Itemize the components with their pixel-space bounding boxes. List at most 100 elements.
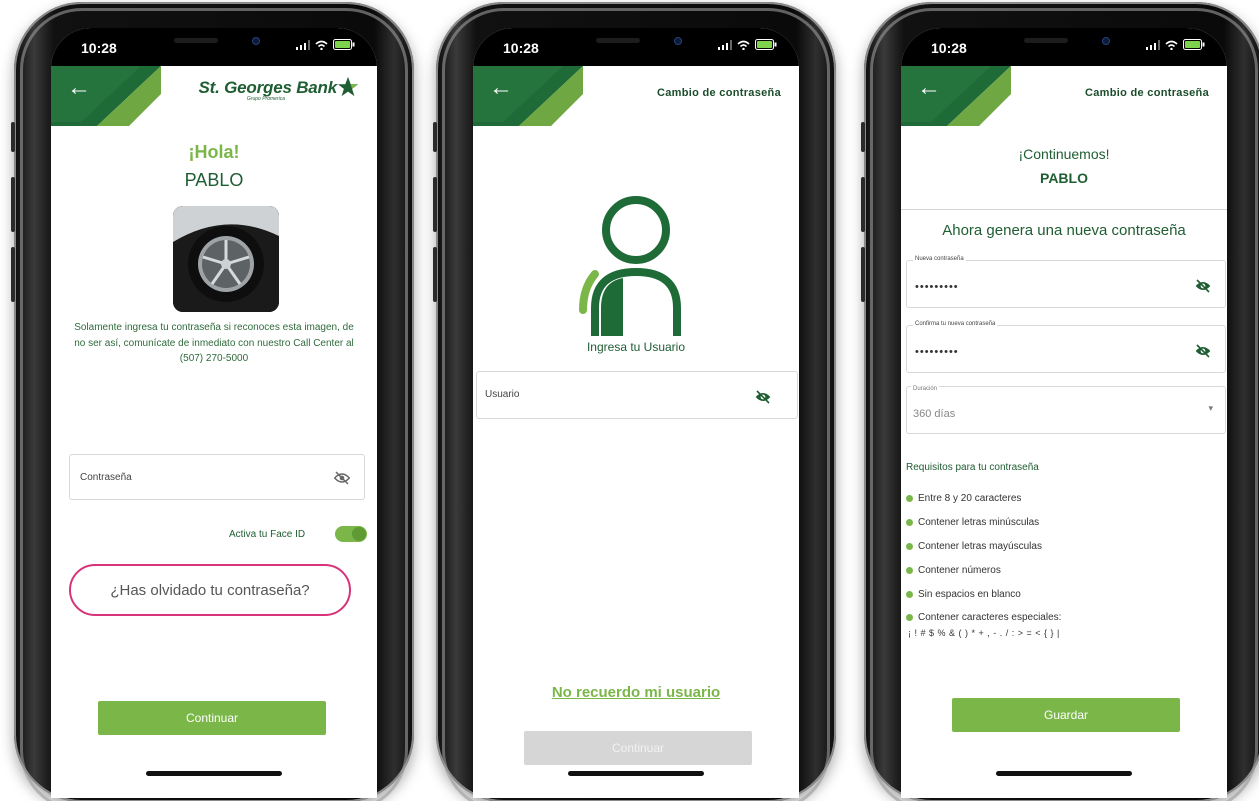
check-circle-icon [906, 494, 913, 502]
continue-button-label: Continuar [611, 741, 665, 755]
header-title: Cambio de contraseña [1085, 87, 1209, 99]
username-prompt: Ingresa tu Usuario [586, 340, 686, 354]
check-circle-icon [906, 518, 913, 526]
signal-icon [718, 39, 732, 50]
requirement-item: Contener letras minúsculas [906, 510, 1216, 534]
battery-icon [755, 39, 777, 50]
check-circle-icon [906, 566, 913, 574]
home-indicator [146, 771, 282, 776]
volume-up-button [433, 177, 437, 232]
home-indicator [568, 771, 704, 776]
forgot-password-link[interactable]: ¿Has olvidado tu contraseña? [69, 564, 351, 616]
phone-frame-login: 10:28 ← St. Georges Bank Grupo Promerica [11, 2, 414, 801]
volume-down-button [433, 247, 437, 302]
eye-slash-icon[interactable] [334, 471, 350, 485]
requirement-item: Contener números [906, 558, 1216, 582]
continue-button-label: Continuar [185, 711, 239, 725]
volume-up-button [11, 177, 15, 232]
status-time: 10:28 [81, 40, 117, 56]
car-wheel-icon [173, 206, 279, 312]
mute-switch [433, 122, 437, 152]
duration-value: 360 días [913, 408, 956, 420]
continue-greeting: ¡Continuemos! [1018, 146, 1110, 162]
username-screen: 10:28 ← Cambio de contraseña Ingresa tu [473, 28, 799, 798]
status-time: 10:28 [931, 40, 967, 56]
duration-select[interactable]: Duración 360 días ▾ [906, 386, 1226, 434]
home-indicator [996, 771, 1132, 776]
requirement-text: Sin espacios en blanco [918, 588, 1021, 600]
continue-button-disabled[interactable]: Continuar [524, 731, 752, 765]
status-bar: 10:28 [51, 28, 377, 66]
volume-down-button [861, 247, 865, 302]
eye-slash-icon[interactable] [1195, 279, 1211, 293]
phone-frame-username: 10:28 ← Cambio de contraseña Ingresa tu [433, 2, 836, 801]
status-time: 10:28 [503, 40, 539, 56]
app-header: ← St. Georges Bank Grupo Promerica [51, 66, 377, 126]
wifi-icon [1165, 40, 1178, 50]
face-id-toggle[interactable] [335, 526, 367, 542]
duration-label: Duración [911, 386, 940, 392]
bank-logo-text: St. Georges Bank [198, 78, 337, 97]
new-password-screen: 10:28 ← Cambio de contraseña ¡Continuemo… [901, 28, 1227, 798]
requirement-item: Sin espacios en blanco [906, 582, 1216, 606]
login-screen: 10:28 ← St. Georges Bank Grupo Promerica [51, 28, 377, 798]
mute-switch [861, 122, 865, 152]
user-name: PABLO [184, 170, 244, 190]
continue-button[interactable]: Continuar [98, 701, 326, 735]
volume-up-button [861, 177, 865, 232]
header-title: Cambio de contraseña [657, 87, 781, 99]
requirement-text: Contener letras minúsculas [918, 516, 1040, 528]
app-header: ← Cambio de contraseña [901, 66, 1227, 126]
password-field[interactable]: Contraseña [69, 454, 365, 500]
star-logo-icon [337, 76, 359, 97]
confirm-password-value: ••••••••• [915, 346, 959, 358]
eye-slash-icon[interactable] [755, 390, 771, 404]
check-circle-icon [906, 590, 913, 598]
save-button-label: Guardar [1043, 708, 1089, 722]
face-id-label: Activa tu Face ID [229, 529, 306, 540]
new-password-value: ••••••••• [915, 281, 959, 293]
confirm-password-field[interactable]: Confirma tu nueva contraseña ••••••••• [906, 321, 1226, 373]
requirement-item: Contener letras mayúsculas [906, 534, 1216, 558]
signal-icon [1146, 39, 1160, 50]
back-arrow-icon[interactable]: ← [67, 76, 91, 100]
instruction-text: Ahora genera una nueva contraseña [942, 222, 1186, 239]
divider [901, 209, 1227, 210]
bank-logo: St. Georges Bank Grupo Promerica [198, 78, 337, 102]
battery-icon [1183, 39, 1205, 50]
mute-switch [11, 122, 15, 152]
app-header: ← Cambio de contraseña [473, 66, 799, 126]
confirm-password-label: Confirma tu nueva contraseña [913, 321, 998, 327]
requirements-title: Requisitos para tu contraseña [906, 462, 1039, 473]
wifi-icon [315, 40, 328, 50]
requirement-text: Entre 8 y 20 caracteres [918, 492, 1022, 504]
username-field[interactable]: Usuario [476, 371, 798, 419]
forgot-username-link[interactable]: No recuerdo mi usuario [473, 684, 799, 701]
check-circle-icon [906, 542, 913, 550]
back-arrow-icon[interactable]: ← [917, 76, 941, 100]
user-name: PABLO [1040, 170, 1088, 186]
back-arrow-icon[interactable]: ← [489, 76, 513, 100]
new-password-field[interactable]: Nueva contraseña ••••••••• [906, 256, 1226, 308]
signal-icon [296, 39, 310, 50]
requirement-text: Contener números [918, 564, 1001, 576]
username-label: Usuario [485, 389, 520, 400]
check-circle-icon [906, 613, 913, 621]
greeting-text: ¡Hola! [188, 142, 240, 162]
chevron-down-icon: ▾ [1208, 403, 1213, 413]
user-avatar-icon [579, 196, 681, 336]
requirement-item: Entre 8 y 20 caracteres [906, 486, 1216, 510]
wifi-icon [737, 40, 750, 50]
requirements-list: Entre 8 y 20 caracteres Contener letras … [906, 486, 1216, 638]
requirement-item: Contener caracteres especiales: [906, 606, 1216, 628]
password-label: Contraseña [80, 472, 132, 483]
face-id-toggle-knob [352, 527, 366, 541]
requirement-text: Contener letras mayúsculas [918, 540, 1042, 552]
special-characters: ¡ ! # $ % & ( ) * + , - . / : > = < { } … [908, 628, 1060, 638]
save-button[interactable]: Guardar [952, 698, 1180, 732]
phone-frame-new-password: 10:28 ← Cambio de contraseña ¡Continuemo… [861, 2, 1259, 801]
security-image [173, 206, 279, 312]
eye-slash-icon[interactable] [1195, 344, 1211, 358]
volume-down-button [11, 247, 15, 302]
status-bar: 10:28 [473, 28, 799, 66]
